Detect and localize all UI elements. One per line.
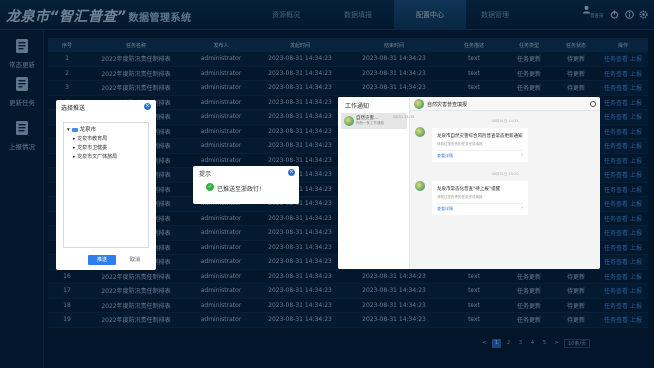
push-button[interactable]: 推送 xyxy=(88,255,116,265)
caret-right-icon[interactable]: ▸ xyxy=(73,136,76,142)
card-title: 龙泉市常态化普查“待上报”提醒 xyxy=(437,187,501,192)
tip-dialog: 提示 × ✓ 已推送至浙政钉! xyxy=(193,166,299,204)
message-timestamp: 08月31日 15:20 xyxy=(491,172,519,176)
caret-right-icon[interactable]: ▸ xyxy=(73,154,76,160)
folder-icon xyxy=(71,127,78,132)
select-push-dialog: 选择推送 × ▾ 龙泉市 ▸ 龙泉市教育局 ▸ 龙泉市卫健委 ▸ 龙泉市文广体旅… xyxy=(56,100,156,270)
panel-title: 工作通知 xyxy=(345,103,370,110)
tree-node-label: 龙泉市教育局 xyxy=(77,136,108,142)
notice-card[interactable]: 龙泉市自然灾害综合风险普查常态更新通知 请前往您负责的任务完成填报 查看详情 › xyxy=(432,128,528,162)
tree-node-root[interactable]: ▾ 龙泉市 xyxy=(67,126,145,135)
avatar xyxy=(414,99,424,109)
chat-list: 工作通知 自然灾害... 你有一条工作通知 08/31 14:34 xyxy=(338,97,414,269)
card-subtitle: 请前往您负责的任务完成填报 xyxy=(437,195,483,199)
avatar xyxy=(415,127,425,137)
card-divider xyxy=(437,150,523,151)
notice-card[interactable]: 龙泉市常态化普查“待上报”提醒 请前往您负责的任务完成填报 查看详情 › xyxy=(432,181,528,215)
org-tree: ▾ 龙泉市 ▸ 龙泉市教育局 ▸ 龙泉市卫健委 ▸ 龙泉市文广体旅局 xyxy=(63,122,149,248)
close-icon[interactable]: × xyxy=(144,103,151,110)
cancel-button[interactable]: 取消 xyxy=(124,255,146,265)
avatar xyxy=(344,116,354,126)
card-divider xyxy=(437,203,523,204)
tip-message: 已推送至浙政钉! xyxy=(217,186,262,193)
tree-node-label: 龙泉市 xyxy=(79,127,97,133)
view-details-link[interactable]: 查看详情 xyxy=(437,206,453,212)
tree-node[interactable]: ▸ 龙泉市教育局 xyxy=(67,135,145,144)
caret-right-icon[interactable]: ▸ xyxy=(73,145,76,151)
success-check-icon: ✓ xyxy=(206,183,214,191)
dialog-title: 选择推送 xyxy=(61,105,86,112)
view-details-link[interactable]: 查看详情 xyxy=(437,153,453,159)
chat-header-name: 自然灾害普查填报 xyxy=(427,102,468,108)
chat-header: 自然灾害普查填报 xyxy=(410,97,600,111)
avatar xyxy=(415,181,425,191)
gear-icon[interactable] xyxy=(590,101,596,107)
chevron-right-icon: › xyxy=(521,152,523,158)
tree-node-label: 龙泉市文广体旅局 xyxy=(77,154,118,160)
tree-node[interactable]: ▸ 龙泉市卫健委 xyxy=(67,144,145,153)
close-icon[interactable]: × xyxy=(288,169,295,176)
chevron-right-icon: › xyxy=(521,205,523,211)
chat-list-item[interactable]: 自然灾害... 你有一条工作通知 08/31 14:34 xyxy=(341,113,414,129)
card-title: 龙泉市自然灾害综合风险普查常态更新通知 xyxy=(437,134,523,139)
chat-preview: 你有一条工作通知 xyxy=(356,121,384,125)
tree-node-label: 龙泉市卫健委 xyxy=(77,145,108,151)
work-notice-panel: 工作通知 自然灾害... 你有一条工作通知 08/31 14:34 自然灾害普查… xyxy=(338,97,600,269)
caret-down-icon[interactable]: ▾ xyxy=(67,127,70,133)
dialog-title: 提示 xyxy=(199,171,212,178)
tree-node[interactable]: ▸ 龙泉市文广体旅局 xyxy=(67,153,145,162)
card-subtitle: 请前往您负责的任务完成填报 xyxy=(437,142,483,146)
message-timestamp: 08月31日 14:34 xyxy=(491,119,519,123)
